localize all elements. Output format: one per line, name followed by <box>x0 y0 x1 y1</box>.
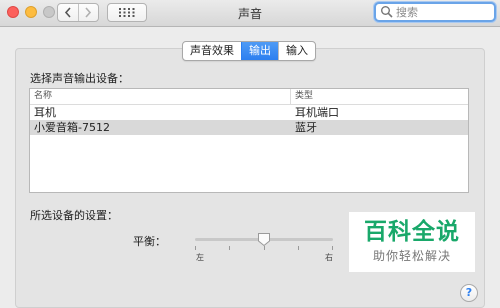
chevron-left-icon <box>64 7 71 18</box>
balance-label: 平衡： <box>133 235 166 248</box>
nav-buttons <box>57 3 99 22</box>
balance-slider-knob[interactable] <box>257 232 271 247</box>
watermark-title: 百科全说 <box>364 219 460 245</box>
search-placeholder: 搜索 <box>396 6 418 19</box>
output-device-table[interactable]: 名称 类型 耳机 耳机端口 小爱音箱-7512 蓝牙 <box>29 88 469 193</box>
tab-input[interactable]: 输入 <box>278 42 315 60</box>
grid-icon <box>119 8 135 17</box>
column-header-type[interactable]: 类型 <box>290 89 468 104</box>
balance-left-label: 左 <box>196 253 204 262</box>
watermark-subtitle: 助你轻松解决 <box>372 249 451 263</box>
device-name: 小爱音箱-7512 <box>34 121 110 134</box>
slider-tick <box>229 246 230 250</box>
title-bar: 声音 搜索 <box>0 0 500 27</box>
device-name: 耳机 <box>34 106 56 119</box>
table-header: 名称 类型 <box>30 89 468 105</box>
back-button[interactable] <box>58 4 78 21</box>
minimize-button[interactable] <box>25 6 37 18</box>
show-all-button[interactable] <box>107 3 147 22</box>
forward-button[interactable] <box>77 4 99 21</box>
close-button[interactable] <box>7 6 19 18</box>
tab-sound-effects[interactable]: 声音效果 <box>183 42 241 60</box>
tab-bar: 声音效果 输出 输入 <box>182 41 316 61</box>
window-title: 声音 <box>237 7 262 21</box>
slider-tick <box>298 246 299 250</box>
table-row[interactable]: 耳机 耳机端口 <box>30 105 468 120</box>
slider-tick <box>332 246 333 250</box>
slider-tick <box>195 246 196 250</box>
device-type: 耳机端口 <box>295 106 339 119</box>
watermark-logo: 百科全说 助你轻松解决 <box>349 212 475 272</box>
device-type: 蓝牙 <box>295 121 317 134</box>
tab-output[interactable]: 输出 <box>241 42 278 60</box>
help-button[interactable]: ? <box>460 284 478 302</box>
device-settings-label: 所选设备的设置： <box>30 209 118 222</box>
zoom-button[interactable] <box>43 6 55 18</box>
search-input[interactable]: 搜索 <box>374 2 496 22</box>
chevron-right-icon <box>85 7 92 18</box>
column-header-name[interactable]: 名称 <box>30 89 290 104</box>
output-section-label: 选择声音输出设备： <box>30 72 129 85</box>
balance-right-label: 右 <box>325 253 333 262</box>
table-row-selected[interactable]: 小爱音箱-7512 蓝牙 <box>30 120 468 135</box>
search-icon <box>381 6 393 18</box>
